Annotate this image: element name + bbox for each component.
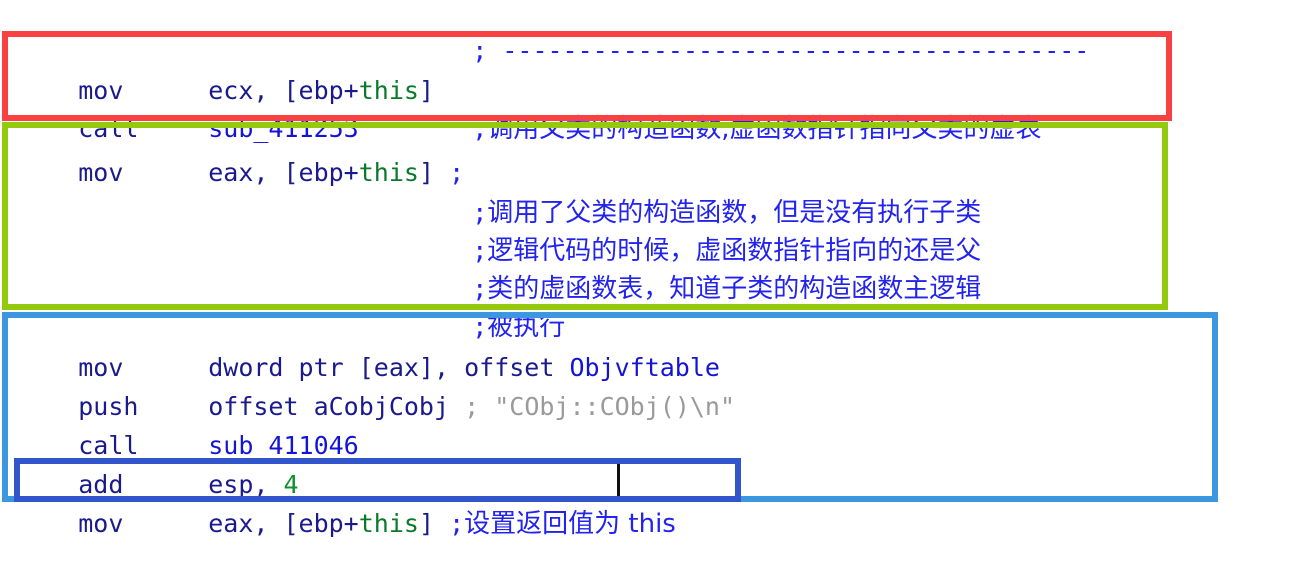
- operand-keyword-this: this: [358, 509, 419, 538]
- string-literal: "CObj::CObj()\n": [494, 392, 736, 421]
- comment-semicolon: ;: [472, 114, 488, 143]
- operands: eax, [ebp+: [208, 158, 359, 187]
- operand-keyword-this: this: [358, 76, 419, 105]
- code-line-mov-eax-this[interactable]: mov eax, [ebp+this] ;: [0, 116, 464, 230]
- operands: eax, [ebp+: [208, 509, 359, 538]
- disassembly-listing: ; --------------------------------------…: [0, 0, 1308, 539]
- code-line-mov-eax-this-return[interactable]: mov eax, [ebp+this] ;设置返回值为 this: [0, 467, 676, 581]
- comment-text-chinese-part1: 设置: [464, 509, 517, 539]
- comment-text-chinese: 调用父类的构造函数,虚函数指针指向父类的虚表: [487, 114, 1042, 144]
- comment-semicolon: ;: [472, 36, 488, 65]
- mnemonic-mov: mov: [78, 509, 124, 538]
- comment-dashes: ---------------------------------------: [502, 36, 1090, 65]
- comment-semicolon: ;: [449, 509, 465, 538]
- text-cursor-caret: [617, 459, 620, 501]
- operand-keyword-this: this: [358, 158, 419, 187]
- mnemonic-mov: mov: [78, 158, 124, 187]
- operands-tail: ]: [418, 509, 450, 538]
- comment-semicolon: ;: [464, 392, 480, 421]
- comment-text-chinese-part2: 返回值为 this: [516, 509, 676, 539]
